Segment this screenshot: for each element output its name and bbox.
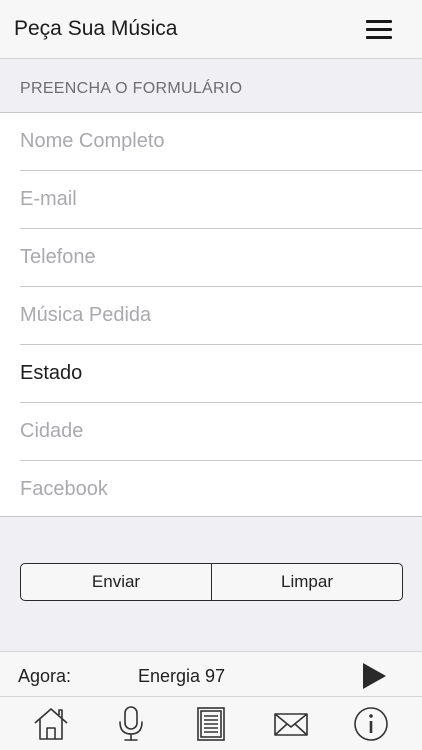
now-playing-bar: Agora: Energia 97 xyxy=(0,651,422,697)
info-icon[interactable] xyxy=(351,705,391,743)
play-icon[interactable] xyxy=(360,662,388,690)
email-field[interactable] xyxy=(20,185,410,213)
form-section-header: PREENCHA O FORMULÁRIO xyxy=(0,59,422,112)
state-select-value: Estado xyxy=(20,362,83,384)
clear-button[interactable]: Limpar xyxy=(212,564,402,600)
requested-song-field[interactable] xyxy=(20,301,410,329)
news-icon[interactable] xyxy=(191,705,231,743)
facebook-field-row xyxy=(0,461,422,519)
form-section-title: PREENCHA O FORMULÁRIO xyxy=(20,80,243,97)
home-icon[interactable] xyxy=(31,705,71,743)
facebook-field[interactable] xyxy=(20,475,410,503)
submit-button[interactable]: Enviar xyxy=(21,564,212,600)
full-name-field-row xyxy=(0,113,422,171)
phone-field-row xyxy=(0,229,422,287)
full-name-field[interactable] xyxy=(20,127,410,155)
page-title: Peça Sua Música xyxy=(14,17,178,40)
app-header: Peça Sua Música xyxy=(0,0,422,59)
state-select[interactable]: Estado xyxy=(0,345,422,403)
hamburger-menu-icon[interactable] xyxy=(364,17,394,43)
city-field-row xyxy=(0,403,422,461)
song-field-row xyxy=(0,287,422,345)
email-field-row xyxy=(0,171,422,229)
city-field[interactable] xyxy=(20,417,410,445)
now-playing-label: Agora: xyxy=(18,666,72,686)
mail-icon[interactable] xyxy=(271,705,311,743)
station-name: Energia 97 xyxy=(138,666,226,686)
microphone-icon[interactable] xyxy=(111,705,151,743)
bottom-tab-bar xyxy=(0,697,422,750)
request-form: Estado xyxy=(0,112,422,517)
form-action-buttons: Enviar Limpar xyxy=(20,563,403,601)
phone-field[interactable] xyxy=(20,243,410,271)
